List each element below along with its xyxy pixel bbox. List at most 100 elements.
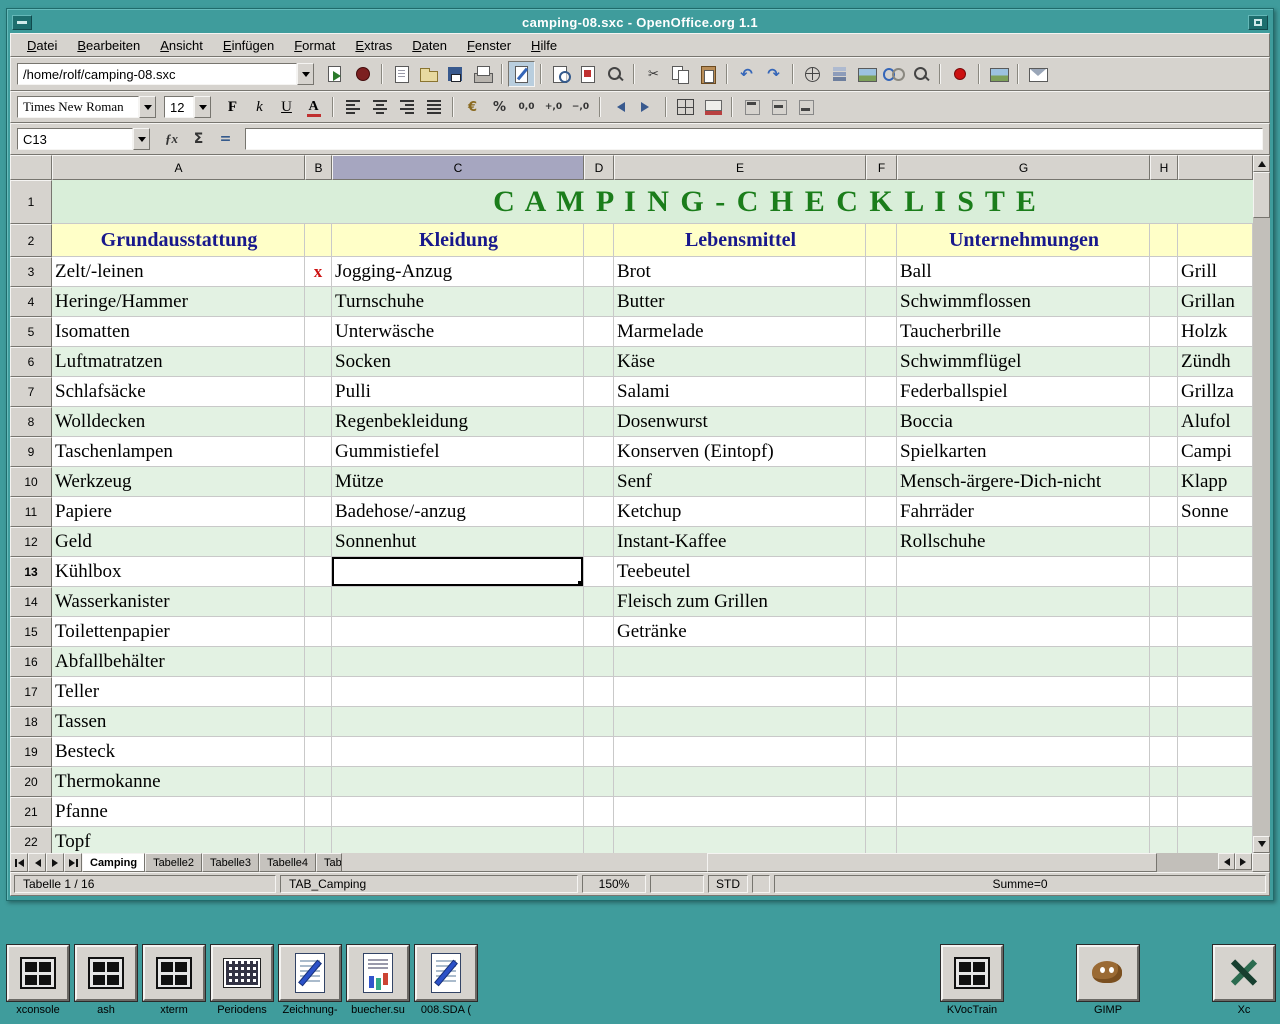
scroll-left-button[interactable] [1218, 853, 1235, 870]
cell-C22[interactable] [332, 827, 584, 853]
cell-G21[interactable] [897, 797, 1150, 827]
cell-H17[interactable] [1150, 677, 1178, 707]
cell-H2[interactable] [1150, 224, 1178, 257]
cell-C19[interactable] [332, 737, 584, 767]
cell-G11[interactable]: Fahrräder [897, 497, 1150, 527]
taskbar-item-xc[interactable]: Xc [1212, 945, 1276, 1016]
cell-F13[interactable] [866, 557, 897, 587]
spreadsheet[interactable]: ABCDEFGH1C A M P I N G - C H E C K L I S… [10, 155, 1253, 853]
menu-einf-gen[interactable]: Einfügen [215, 36, 282, 55]
cell-E21[interactable] [614, 797, 866, 827]
taskbar-item-ash[interactable]: ash [74, 945, 138, 1016]
align-justify-button[interactable] [420, 94, 447, 120]
menu-datei[interactable]: Datei [19, 36, 65, 55]
cell-G22[interactable] [897, 827, 1150, 853]
cell-B15[interactable] [305, 617, 332, 647]
data-sources-button[interactable] [826, 61, 853, 87]
cell-F20[interactable] [866, 767, 897, 797]
cell-B9[interactable] [305, 437, 332, 467]
cell-I6[interactable]: Zündh [1178, 347, 1253, 377]
delete-decimal-button[interactable]: −,0 [567, 94, 594, 120]
cell-F17[interactable] [866, 677, 897, 707]
cell-B21[interactable] [305, 797, 332, 827]
cell-G20[interactable] [897, 767, 1150, 797]
cell-F22[interactable] [866, 827, 897, 853]
cell-E5[interactable]: Marmelade [614, 317, 866, 347]
last-sheet-button[interactable] [64, 853, 82, 872]
cell-I8[interactable]: Alufol [1178, 407, 1253, 437]
cell-H11[interactable] [1150, 497, 1178, 527]
status-sum[interactable]: Summe=0 [774, 875, 1266, 893]
cell-E13[interactable]: Teebeutel [614, 557, 866, 587]
cell-A11[interactable]: Papiere [52, 497, 305, 527]
cell-D2[interactable] [584, 224, 614, 257]
row-header-10[interactable]: 10 [10, 467, 52, 497]
cell-A19[interactable]: Besteck [52, 737, 305, 767]
cell-I22[interactable] [1178, 827, 1253, 853]
cell-C4[interactable]: Turnschuhe [332, 287, 584, 317]
cell-E7[interactable]: Salami [614, 377, 866, 407]
cell-H8[interactable] [1150, 407, 1178, 437]
cell-B4[interactable] [305, 287, 332, 317]
align-bottom-button[interactable] [792, 94, 819, 120]
menu-bearbeiten[interactable]: Bearbeiten [69, 36, 148, 55]
vertical-scrollbar-track[interactable] [1253, 218, 1270, 836]
taskbar-item-xterm[interactable]: xterm [142, 945, 206, 1016]
cell-A3[interactable]: Zelt/-leinen [52, 257, 305, 287]
taskbar-item-zeichnung[interactable]: Zeichnung- [278, 945, 342, 1016]
mail-document-button[interactable] [1024, 61, 1051, 87]
undo-button[interactable]: ↶ [733, 61, 760, 87]
cell-A7[interactable]: Schlafsäcke [52, 377, 305, 407]
cell-G8[interactable]: Boccia [897, 407, 1150, 437]
cell-G2[interactable]: Unternehmungen [897, 224, 1150, 257]
cell-E15[interactable]: Getränke [614, 617, 866, 647]
row-header-9[interactable]: 9 [10, 437, 52, 467]
menu-fenster[interactable]: Fenster [459, 36, 519, 55]
decrease-indent-button[interactable] [606, 94, 633, 120]
cell-B17[interactable] [305, 677, 332, 707]
row-header-15[interactable]: 15 [10, 617, 52, 647]
cell-A9[interactable]: Taschenlampen [52, 437, 305, 467]
cell-B5[interactable] [305, 317, 332, 347]
cell-D7[interactable] [584, 377, 614, 407]
url-input[interactable] [17, 63, 297, 85]
cell-A21[interactable]: Pfanne [52, 797, 305, 827]
cell-A18[interactable]: Tassen [52, 707, 305, 737]
cell-C20[interactable] [332, 767, 584, 797]
cell-D11[interactable] [584, 497, 614, 527]
cell-E8[interactable]: Dosenwurst [614, 407, 866, 437]
cell-A17[interactable]: Teller [52, 677, 305, 707]
font-size-input[interactable] [164, 96, 194, 118]
column-header-e[interactable]: E [614, 155, 866, 180]
cell-E4[interactable]: Butter [614, 287, 866, 317]
cell-E2[interactable]: Lebensmittel [614, 224, 866, 257]
load-url-button[interactable] [322, 61, 349, 87]
zoom-button[interactable] [907, 61, 934, 87]
row-header-16[interactable]: 16 [10, 647, 52, 677]
cell-F15[interactable] [866, 617, 897, 647]
cell-reference-dropdown-button[interactable] [133, 128, 150, 150]
column-header-b[interactable]: B [305, 155, 332, 180]
menu-hilfe[interactable]: Hilfe [523, 36, 565, 55]
taskbar-item-gimp[interactable]: GIMP [1076, 945, 1140, 1016]
cell-C15[interactable] [332, 617, 584, 647]
italic-button[interactable]: k [246, 94, 273, 120]
next-sheet-button[interactable] [46, 853, 64, 872]
cell-F7[interactable] [866, 377, 897, 407]
underline-button[interactable]: U [273, 94, 300, 120]
cell-B22[interactable] [305, 827, 332, 853]
cell-B7[interactable] [305, 377, 332, 407]
cell-C14[interactable] [332, 587, 584, 617]
cell-A10[interactable]: Werkzeug [52, 467, 305, 497]
cell-H12[interactable] [1150, 527, 1178, 557]
cell-A8[interactable]: Wolldecken [52, 407, 305, 437]
cell-G7[interactable]: Federballspiel [897, 377, 1150, 407]
find-replace-button[interactable] [601, 61, 628, 87]
cell-B11[interactable] [305, 497, 332, 527]
cell-E20[interactable] [614, 767, 866, 797]
cell-C5[interactable]: Unterwäsche [332, 317, 584, 347]
cell-D9[interactable] [584, 437, 614, 467]
cell-F14[interactable] [866, 587, 897, 617]
column-header-h[interactable]: H [1150, 155, 1178, 180]
sheet-tab-tabelle2[interactable]: Tabelle2 [145, 853, 202, 872]
